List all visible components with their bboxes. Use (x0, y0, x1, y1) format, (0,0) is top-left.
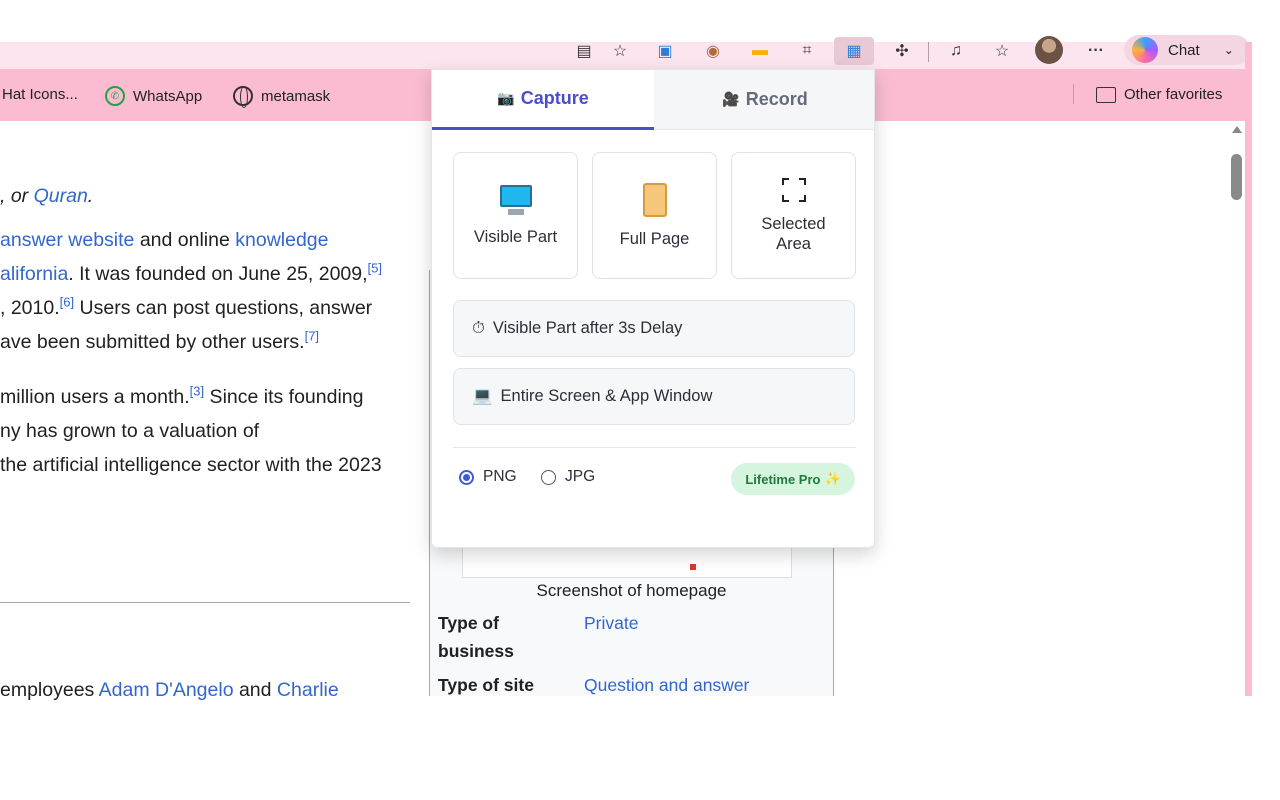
other-favorites[interactable]: Other favorites (1096, 86, 1222, 103)
video-camera-icon: 🎥 (722, 91, 740, 107)
tab-record-label: Record (745, 89, 808, 109)
article-line: , or Quran. (0, 185, 94, 207)
tab-capture-label: Capture (520, 88, 589, 108)
favorite-star-icon[interactable]: ☆ (609, 40, 631, 62)
chevron-down-icon: ⌄ (1223, 43, 1234, 57)
entire-screen-label: Entire Screen & App Window (500, 387, 713, 405)
extensions-puzzle-icon[interactable]: ✣ (891, 40, 913, 62)
popup-tabs: 📷 Capture 🎥 Record (432, 70, 874, 130)
scroll-up-arrow-icon[interactable] (1232, 126, 1242, 133)
scroll-thumb[interactable] (1231, 154, 1242, 200)
infobox-value-private[interactable]: Private (584, 609, 638, 637)
copilot-icon (1132, 37, 1158, 63)
pro-badge-label: Lifetime Pro (745, 471, 821, 487)
format-png-option[interactable]: PNG (459, 468, 517, 486)
screenshot-popup: 📷 Capture 🎥 Record Visible Part Full Pag… (431, 69, 875, 548)
bookmark-separator (1073, 84, 1074, 104)
thumbnail-detail (690, 564, 696, 570)
bookmark-label: Hat Icons... (2, 86, 78, 103)
crop-icon[interactable]: ⌗ (796, 40, 818, 62)
stopwatch-icon: ⏱ (472, 319, 485, 337)
reading-view-icon[interactable]: ▤ (573, 40, 595, 62)
tab-capture[interactable]: 📷 Capture (432, 70, 654, 130)
quran-link[interactable]: Quran (34, 185, 88, 207)
whatsapp-icon: ✆ (105, 86, 125, 106)
delay-capture-label: Visible Part after 3s Delay (492, 319, 683, 337)
answer-website-link[interactable]: answer website (0, 229, 134, 251)
article-line: alifornia. It was founded on June 25, 20… (0, 260, 382, 286)
adam-dangelo-link[interactable]: Adam D'Angelo (99, 679, 234, 701)
selected-area-label: Selected Area (761, 214, 826, 253)
png-label: PNG (483, 468, 517, 485)
format-jpg-option[interactable]: JPG (541, 468, 595, 486)
article-line: , 2010.[6] Users can post questions, ans… (0, 294, 373, 320)
reference-6[interactable]: [6] (60, 295, 74, 310)
profile-avatar[interactable] (1035, 36, 1063, 64)
charlie-link[interactable]: Charlie (277, 679, 339, 701)
more-options-icon[interactable]: ··· (1085, 40, 1107, 62)
bookmark-label: metamask (261, 87, 331, 105)
chat-label: Chat (1168, 41, 1200, 59)
full-page-button[interactable]: Full Page (592, 152, 717, 279)
screenshot-extension-icon[interactable]: ▦ (834, 37, 874, 65)
article-line: answer website and online knowledge (0, 229, 329, 251)
visible-part-button[interactable]: Visible Part (453, 152, 578, 279)
other-favorites-label: Other favorites (1124, 86, 1223, 103)
folder-icon (1096, 86, 1116, 103)
article-line: ave been submitted by other users.[7] (0, 328, 320, 354)
camera-icon: 📷 (497, 90, 515, 106)
crop-frame-icon (781, 177, 806, 202)
page-scrollbar[interactable] (1228, 121, 1245, 696)
bookmark-metamask[interactable]: metamask (233, 86, 331, 108)
reference-3[interactable]: [3] (190, 384, 204, 399)
bookmark-label: WhatsApp (133, 87, 203, 105)
entire-screen-button[interactable]: 💻 Entire Screen & App Window (453, 368, 855, 425)
jpg-label: JPG (565, 468, 596, 485)
full-page-label: Full Page (619, 229, 690, 248)
delay-capture-button[interactable]: ⏱ Visible Part after 3s Delay (453, 300, 855, 357)
laptop-icon: 💻 (472, 387, 493, 405)
lifetime-pro-badge[interactable]: Lifetime Pro ✨ (731, 463, 855, 495)
infobox-label-site: Type of site (438, 675, 534, 695)
california-link[interactable]: alifornia (0, 263, 68, 285)
article-line: the artificial intelligence sector with … (0, 454, 382, 476)
article-line: ny has grown to a valuation of (0, 420, 260, 442)
popup-divider (453, 447, 856, 448)
favorites-list-icon[interactable]: ☆ (991, 40, 1013, 62)
infobox-label-business: Type of business (438, 613, 514, 661)
infobox-caption: Screenshot of homepage (536, 581, 727, 600)
monitor-icon (499, 184, 532, 215)
sparkles-icon: ✨ (824, 471, 841, 486)
bookmark-whatsapp[interactable]: ✆ WhatsApp (105, 86, 202, 106)
reference-5[interactable]: [5] (368, 261, 382, 276)
bookmark-hat-icons[interactable]: Hat Icons... (2, 86, 78, 103)
jpg-radio[interactable] (541, 469, 556, 485)
tab-record[interactable]: 🎥 Record (654, 70, 874, 130)
visible-part-label: Visible Part (473, 227, 558, 246)
copilot-chat-button[interactable]: Chat ⌄ (1124, 35, 1250, 65)
capture-mode-cards: Visible Part Full Page Selected Area (453, 152, 856, 279)
extension-owl-icon[interactable]: ◉ (702, 40, 724, 62)
window-border (1245, 42, 1252, 696)
png-radio[interactable] (459, 469, 474, 485)
article-line: million users a month.[3] Since its foun… (0, 383, 364, 409)
knowledge-link[interactable]: knowledge (235, 229, 328, 251)
reference-7[interactable]: [7] (305, 329, 319, 344)
toolbar-separator (928, 42, 929, 62)
infobox-value-qa[interactable]: Question and answer (584, 671, 749, 699)
selected-area-button[interactable]: Selected Area (731, 152, 856, 279)
scroll-icon (642, 182, 667, 217)
section-divider (0, 602, 410, 603)
globe-icon (233, 86, 253, 108)
article-line: employees Adam D'Angelo and Charlie (0, 679, 339, 701)
media-control-icon[interactable]: ♫ (945, 40, 967, 62)
extension-download-icon[interactable]: ▣ (654, 40, 676, 62)
extension-notes-icon[interactable]: ▬ (749, 40, 771, 62)
